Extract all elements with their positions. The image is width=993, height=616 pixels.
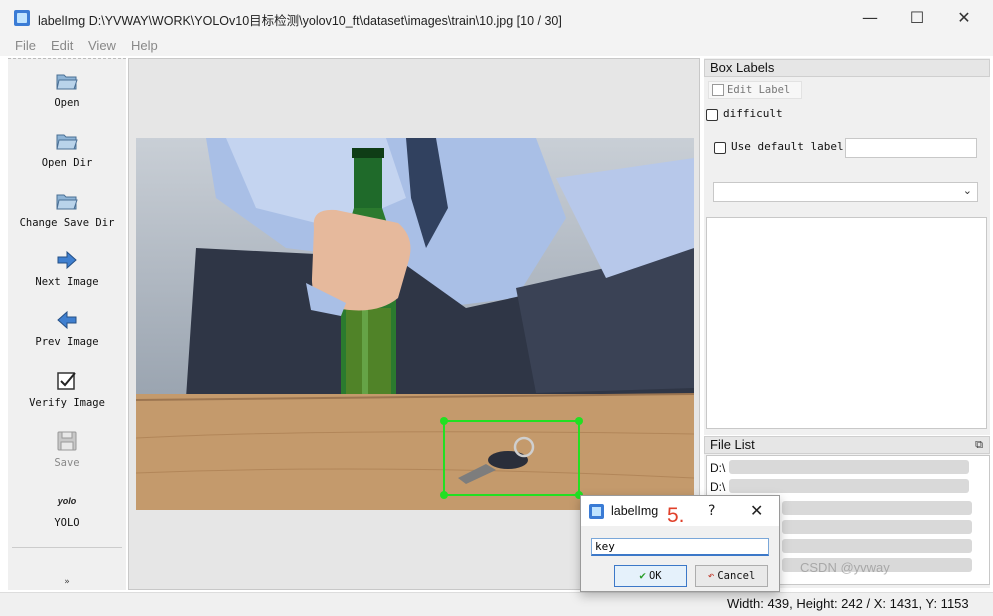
open-label: Open bbox=[54, 97, 80, 109]
file-list-title: File List bbox=[710, 437, 755, 452]
arrow-right-icon bbox=[57, 250, 77, 270]
annotated-photo bbox=[136, 138, 694, 510]
toolbar-divider bbox=[12, 547, 122, 548]
bbox-handle-top-left[interactable] bbox=[440, 417, 448, 425]
open-button[interactable]: Open bbox=[8, 69, 126, 109]
close-dialog-icon[interactable]: ✕ bbox=[750, 501, 763, 520]
arrow-left-icon bbox=[57, 310, 77, 330]
status-bar: Width: 439, Height: 242 / X: 1431, Y: 11… bbox=[0, 592, 993, 616]
cancel-label: Cancel bbox=[717, 570, 756, 582]
redacted-path bbox=[782, 539, 972, 553]
step-annotation: 5. bbox=[667, 504, 685, 527]
yolo-format-button[interactable]: yolo YOLO bbox=[8, 489, 126, 529]
menu-bar: File Edit View Help bbox=[0, 36, 993, 56]
help-icon[interactable]: ? bbox=[708, 503, 715, 519]
folder-open-icon bbox=[56, 134, 78, 150]
box-label-list[interactable] bbox=[706, 217, 987, 429]
edit-label-text: Edit Label bbox=[727, 84, 791, 96]
difficult-label: difficult bbox=[723, 107, 783, 120]
label-name-input[interactable]: key bbox=[591, 538, 769, 556]
photo-scene bbox=[136, 138, 694, 510]
save-button[interactable]: Save bbox=[8, 429, 126, 469]
default-label-input[interactable] bbox=[845, 138, 977, 158]
window-title: labelImg D:\YVWAY\WORK\YOLOv10目标检测\yolov… bbox=[38, 14, 562, 28]
labelimg-app-icon bbox=[589, 504, 604, 519]
redacted-path bbox=[729, 460, 969, 474]
cancel-button[interactable]: ↶ Cancel bbox=[695, 565, 768, 587]
label-dialog: labelImg 5. ? ✕ key ✔ OK ↶ Cancel bbox=[580, 495, 780, 592]
verify-image-label: Verify Image bbox=[29, 397, 105, 409]
folder-open-icon bbox=[56, 74, 78, 90]
change-save-dir-label: Change Save Dir bbox=[19, 217, 115, 229]
ok-button[interactable]: ✔ OK bbox=[614, 565, 687, 587]
open-dir-button[interactable]: Open Dir bbox=[8, 129, 126, 169]
minimize-button[interactable]: — bbox=[847, 4, 893, 32]
prev-image-button[interactable]: Prev Image bbox=[8, 308, 126, 348]
yolo-icon: yolo bbox=[57, 496, 77, 506]
file-list-item[interactable]: D:\ bbox=[710, 461, 725, 475]
save-label: Save bbox=[54, 457, 80, 469]
chevron-down-icon: ⌄ bbox=[962, 184, 972, 197]
redacted-path bbox=[729, 479, 969, 493]
toolbar-expand-icon[interactable]: » bbox=[8, 577, 126, 587]
title-bar: labelImg D:\YVWAY\WORK\YOLOv10目标检测\yolov… bbox=[0, 0, 993, 36]
left-toolbar: Open Open Dir Change Save Dir Next Image… bbox=[8, 58, 126, 590]
verify-image-button[interactable]: Verify Image bbox=[8, 369, 126, 409]
dialog-title: labelImg bbox=[611, 504, 659, 518]
yolo-label: YOLO bbox=[54, 517, 80, 529]
close-window-button[interactable]: ✕ bbox=[941, 4, 987, 32]
edit-label-button[interactable]: Edit Label bbox=[708, 81, 802, 99]
menu-view[interactable]: View bbox=[88, 38, 116, 53]
watermark: CSDN @yvway bbox=[800, 560, 890, 575]
menu-edit[interactable]: Edit bbox=[51, 38, 73, 53]
change-save-dir-button[interactable]: Change Save Dir bbox=[8, 189, 126, 229]
menu-help[interactable]: Help bbox=[131, 38, 158, 53]
ok-label: OK bbox=[648, 570, 662, 582]
use-default-label-text: Use default label bbox=[731, 140, 844, 153]
status-text: Width: 439, Height: 242 / X: 1431, Y: 11… bbox=[727, 596, 969, 611]
checkbox-icon bbox=[57, 372, 76, 390]
bbox-handle-top-right[interactable] bbox=[575, 417, 583, 425]
checkmark-icon: ✔ bbox=[639, 569, 646, 582]
label-combobox[interactable]: ⌄ bbox=[713, 182, 978, 202]
use-default-label-checkbox[interactable] bbox=[714, 142, 726, 154]
labelimg-app-icon bbox=[14, 10, 30, 26]
difficult-checkbox[interactable] bbox=[706, 109, 718, 121]
edit-pencil-icon bbox=[712, 84, 724, 96]
maximize-button[interactable]: ☐ bbox=[894, 4, 940, 32]
prev-image-label: Prev Image bbox=[35, 336, 99, 348]
bbox-handle-bottom-left[interactable] bbox=[440, 491, 448, 499]
dialog-title-bar: labelImg 5. ? ✕ bbox=[581, 496, 779, 527]
undo-arrow-icon: ↶ bbox=[707, 569, 715, 582]
file-list-item[interactable]: D:\ bbox=[710, 480, 725, 494]
undock-icon[interactable]: ⧉ bbox=[975, 437, 983, 453]
redacted-path bbox=[782, 520, 972, 534]
redacted-path bbox=[782, 501, 972, 515]
file-list-header: File List ⧉ bbox=[704, 436, 990, 454]
next-image-label: Next Image bbox=[35, 276, 99, 288]
box-labels-title: Box Labels bbox=[710, 60, 775, 75]
folder-open-icon bbox=[56, 194, 78, 210]
open-dir-label: Open Dir bbox=[41, 157, 93, 169]
menu-file[interactable]: File bbox=[15, 38, 36, 53]
next-image-button[interactable]: Next Image bbox=[8, 248, 126, 288]
box-labels-header: Box Labels bbox=[704, 59, 990, 77]
bounding-box-key[interactable] bbox=[440, 417, 583, 499]
save-icon bbox=[57, 431, 77, 451]
